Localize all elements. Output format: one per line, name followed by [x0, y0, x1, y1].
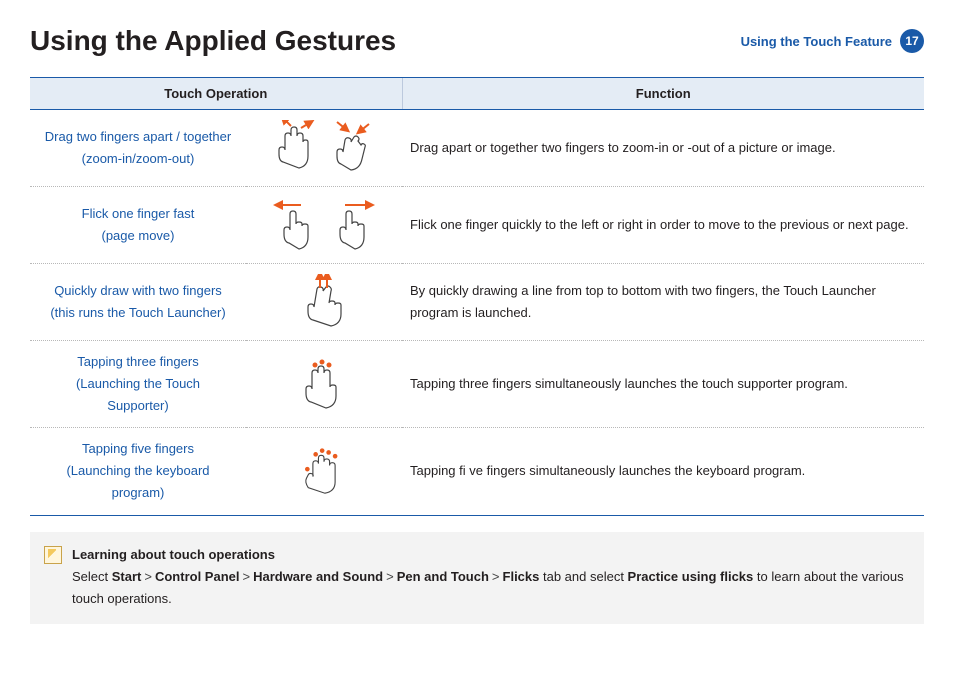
hand-pinch-in-icon — [327, 120, 377, 176]
note-text: Learning about touch operations Select S… — [72, 544, 910, 610]
hand-two-finger-draw-icon — [299, 274, 349, 330]
function-text: Tapping three fingers simultaneously lau… — [402, 341, 924, 428]
note-box: Learning about touch operations Select S… — [30, 532, 924, 624]
page-number-badge: 17 — [900, 29, 924, 53]
operation-label: Quickly draw with two fingers (this runs… — [30, 264, 246, 341]
function-text: Tapping fi ve fingers simultaneously lau… — [402, 428, 924, 515]
operation-label: Drag two fingers apart / together (zoom-… — [30, 110, 246, 187]
function-text: Flick one finger quickly to the left or … — [402, 187, 924, 264]
section-label: Using the Touch Feature — [741, 34, 892, 49]
gestures-table: Touch Operation Function Drag two finger… — [30, 77, 924, 516]
table-row: Drag two fingers apart / together (zoom-… — [30, 110, 924, 187]
gesture-illustration — [246, 187, 402, 264]
operation-label: Flick one finger fast (page move) — [30, 187, 246, 264]
table-row: Quickly draw with two fingers (this runs… — [30, 264, 924, 341]
function-text: Drag apart or together two fingers to zo… — [402, 110, 924, 187]
table-row: Flick one finger fast (page move) Flick … — [30, 187, 924, 264]
page-title: Using the Applied Gestures — [30, 25, 396, 57]
col-header-operation: Touch Operation — [30, 78, 402, 110]
gesture-illustration — [246, 428, 402, 515]
hand-flick-left-icon — [271, 197, 321, 253]
hand-flick-right-icon — [327, 197, 377, 253]
col-header-function: Function — [402, 78, 924, 110]
page-header: Using the Applied Gestures Using the Tou… — [30, 25, 924, 57]
hand-pinch-out-icon — [271, 120, 321, 176]
hand-five-finger-tap-icon — [299, 443, 349, 499]
gesture-illustration — [246, 341, 402, 428]
function-text: By quickly drawing a line from top to bo… — [402, 264, 924, 341]
hand-three-finger-tap-icon — [299, 356, 349, 412]
gesture-illustration — [246, 264, 402, 341]
operation-label: Tapping three fingers (Launching the Tou… — [30, 341, 246, 428]
table-row: Tapping three fingers (Launching the Tou… — [30, 341, 924, 428]
table-row: Tapping five fingers (Launching the keyb… — [30, 428, 924, 515]
gesture-illustration — [246, 110, 402, 187]
note-icon — [44, 546, 62, 564]
operation-label: Tapping five fingers (Launching the keyb… — [30, 428, 246, 515]
